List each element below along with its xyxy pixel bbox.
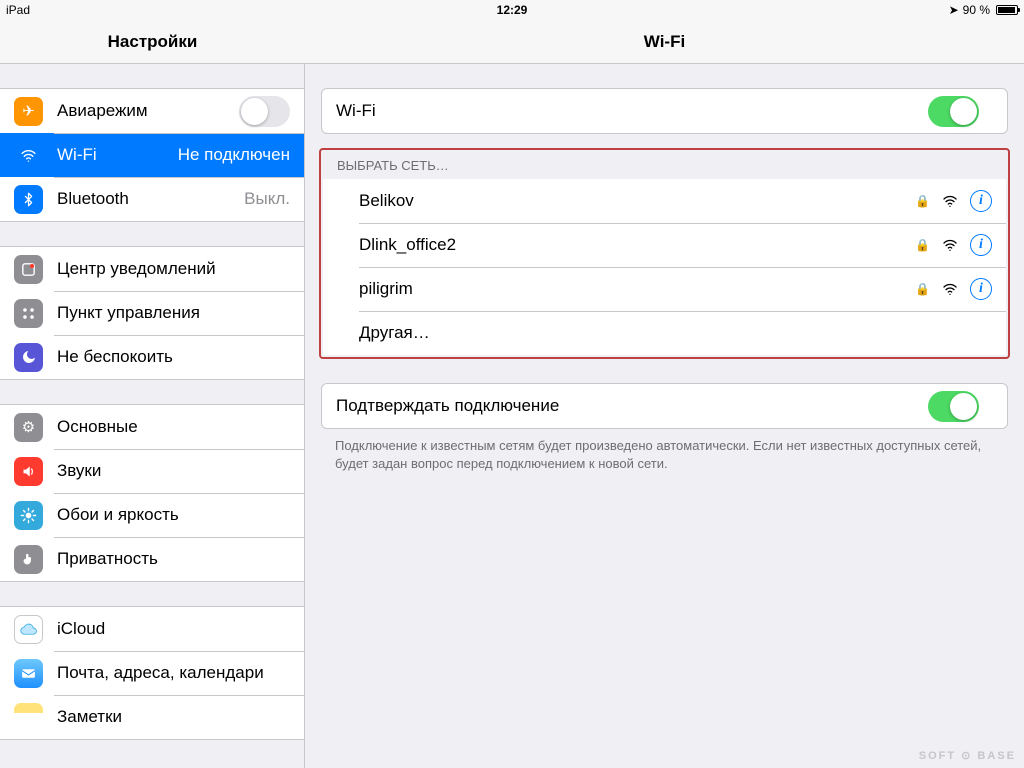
info-button[interactable]: i [970, 190, 992, 212]
brightness-icon [14, 501, 43, 530]
sidebar-item-label: Bluetooth [57, 189, 244, 209]
choose-network-header: ВЫБРАТЬ СЕТЬ… [323, 152, 1006, 179]
lock-icon: 🔒 [915, 238, 930, 252]
airplane-icon: ✈ [14, 97, 43, 126]
lock-icon: 🔒 [915, 194, 930, 208]
mail-icon [14, 659, 43, 688]
info-button[interactable]: i [970, 278, 992, 300]
sidebar: ✈ Авиарежим Wi-Fi Не подключен Bluetooth… [0, 64, 305, 768]
bluetooth-icon [14, 185, 43, 214]
page-title: Wi-Fi [305, 20, 1024, 63]
speaker-icon [14, 457, 43, 486]
sidebar-item-icloud[interactable]: iCloud [0, 607, 304, 651]
sidebar-item-notifications[interactable]: Центр уведомлений [0, 247, 304, 291]
gear-icon: ⚙ [14, 413, 43, 442]
sidebar-item-wifi[interactable]: Wi-Fi Не подключен [0, 133, 304, 177]
notes-icon [14, 703, 43, 732]
ask-to-join-footer: Подключение к известным сетям будет прои… [305, 429, 1024, 472]
wifi-master-toggle[interactable] [928, 96, 979, 127]
status-bar: iPad 12:29 ➤ 90 % [0, 0, 1024, 20]
sidebar-item-label: Центр уведомлений [57, 259, 304, 279]
location-icon: ➤ [949, 3, 959, 17]
control-center-icon [14, 299, 43, 328]
sidebar-item-label: Заметки [57, 707, 304, 727]
info-button[interactable]: i [970, 234, 992, 256]
sidebar-item-control-center[interactable]: Пункт управления [0, 291, 304, 335]
signal-icon [942, 193, 958, 209]
sidebar-item-status: Выкл. [244, 189, 290, 209]
networks-highlight: ВЫБРАТЬ СЕТЬ… Belikov 🔒 i Dlink_office2 … [319, 148, 1010, 359]
sidebar-item-label: Приватность [57, 549, 304, 569]
ask-to-join-label: Подтверждать подключение [336, 396, 928, 416]
device-label: iPad [6, 3, 30, 17]
sidebar-item-label: Звуки [57, 461, 304, 481]
sidebar-item-general[interactable]: ⚙ Основные [0, 405, 304, 449]
network-row[interactable]: Belikov 🔒 i [323, 179, 1006, 223]
cloud-icon [14, 615, 43, 644]
ask-to-join-row[interactable]: Подтверждать подключение [322, 384, 1007, 428]
sidebar-item-label: Основные [57, 417, 304, 437]
network-row[interactable]: piligrim 🔒 i [323, 267, 1006, 311]
sidebar-item-label: Обои и яркость [57, 505, 304, 525]
sidebar-item-label: Wi-Fi [57, 145, 178, 165]
sidebar-item-label: iCloud [57, 619, 304, 639]
network-name: Dlink_office2 [359, 235, 915, 255]
sidebar-item-mail[interactable]: Почта, адреса, календари [0, 651, 304, 695]
sidebar-item-status: Не подключен [178, 145, 290, 165]
wifi-icon [14, 141, 43, 170]
content-pane: Wi-Fi ВЫБРАТЬ СЕТЬ… Belikov 🔒 i Dlink_of… [305, 64, 1024, 768]
notifications-icon [14, 255, 43, 284]
network-row[interactable]: Dlink_office2 🔒 i [323, 223, 1006, 267]
airplane-toggle[interactable] [239, 96, 290, 127]
lock-icon: 🔒 [915, 282, 930, 296]
watermark: SOFT ⊙ BASE [919, 749, 1016, 762]
sidebar-item-bluetooth[interactable]: Bluetooth Выкл. [0, 177, 304, 221]
other-network-row[interactable]: Другая… [323, 311, 1006, 355]
ask-to-join-toggle[interactable] [928, 391, 979, 422]
wifi-master-row[interactable]: Wi-Fi [322, 89, 1007, 133]
sidebar-item-notes[interactable]: Заметки [0, 695, 304, 739]
sidebar-item-label: Пункт управления [57, 303, 304, 323]
sidebar-item-sounds[interactable]: Звуки [0, 449, 304, 493]
hand-icon [14, 545, 43, 574]
moon-icon [14, 343, 43, 372]
sidebar-item-label: Почта, адреса, календари [57, 663, 304, 683]
signal-icon [942, 237, 958, 253]
battery-icon [996, 5, 1018, 15]
clock: 12:29 [497, 3, 528, 17]
wifi-master-label: Wi-Fi [336, 101, 928, 121]
sidebar-item-dnd[interactable]: Не беспокоить [0, 335, 304, 379]
sidebar-item-privacy[interactable]: Приватность [0, 537, 304, 581]
battery-percent: 90 % [963, 3, 990, 17]
sidebar-item-airplane[interactable]: ✈ Авиарежим [0, 89, 304, 133]
signal-icon [942, 281, 958, 297]
sidebar-item-wallpaper[interactable]: Обои и яркость [0, 493, 304, 537]
network-name: piligrim [359, 279, 915, 299]
other-network-label: Другая… [359, 323, 992, 343]
header-row: Настройки Wi-Fi [0, 20, 1024, 64]
sidebar-item-label: Не беспокоить [57, 347, 304, 367]
sidebar-item-label: Авиарежим [57, 101, 239, 121]
settings-title: Настройки [0, 20, 305, 63]
network-name: Belikov [359, 191, 915, 211]
